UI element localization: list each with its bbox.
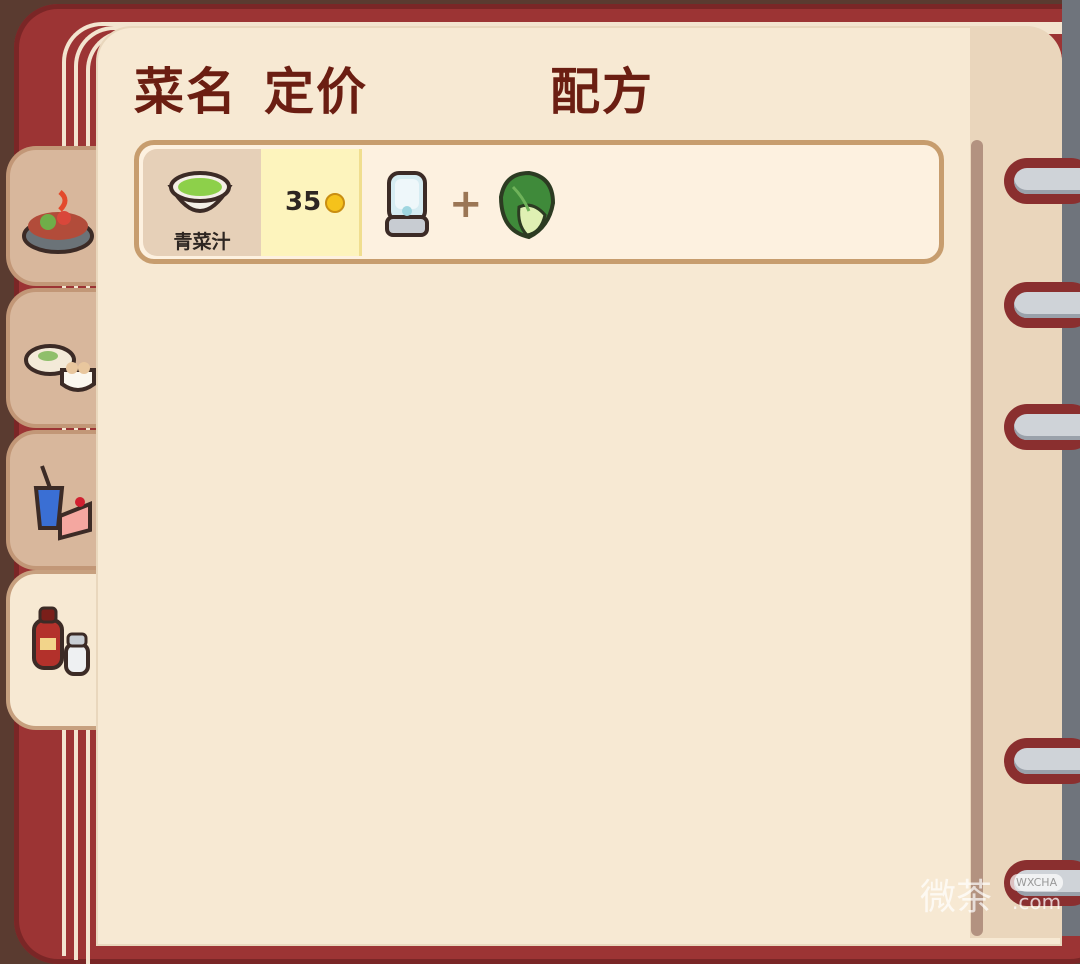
binder-ring [1004, 404, 1080, 450]
bok-choy-icon [498, 170, 556, 240]
watermark-badge: WXCHA [1010, 874, 1064, 891]
stir-fry-dish-icon [22, 190, 94, 254]
dish-name: 青菜汁 [173, 231, 231, 253]
tab-stir-fry[interactable] [6, 146, 102, 286]
tab-condiments[interactable] [6, 570, 102, 730]
price-value: 35 [285, 187, 322, 217]
recipe-row[interactable]: 青菜汁 35 + [134, 140, 944, 264]
scrollbar[interactable] [971, 140, 983, 936]
binder-ring [1004, 282, 1080, 328]
plus-sign: + [449, 181, 483, 227]
watermark-suffix: .com [1012, 890, 1062, 914]
background-panel [1062, 0, 1080, 936]
condiment-bottles-icon [32, 606, 90, 676]
drink-and-cake-icon [33, 465, 92, 541]
column-header-name: 菜名 [134, 63, 238, 121]
gold-coin-icon [325, 193, 345, 213]
watermark-logo: 微茶 [920, 877, 993, 918]
binder-ring [1004, 738, 1080, 784]
column-header-recipe: 配方 [550, 63, 654, 121]
price-cell: 35 [261, 149, 362, 256]
dish-cell: 青菜汁 [143, 149, 261, 256]
tab-dumplings[interactable] [6, 288, 102, 428]
green-juice-bowl-icon [167, 171, 233, 213]
binder-ring [1004, 158, 1080, 204]
dumplings-bowl-icon [24, 344, 96, 392]
tab-drinks-desserts[interactable] [6, 430, 102, 570]
blender-icon [385, 171, 429, 237]
column-header-price: 定价 [264, 63, 368, 121]
